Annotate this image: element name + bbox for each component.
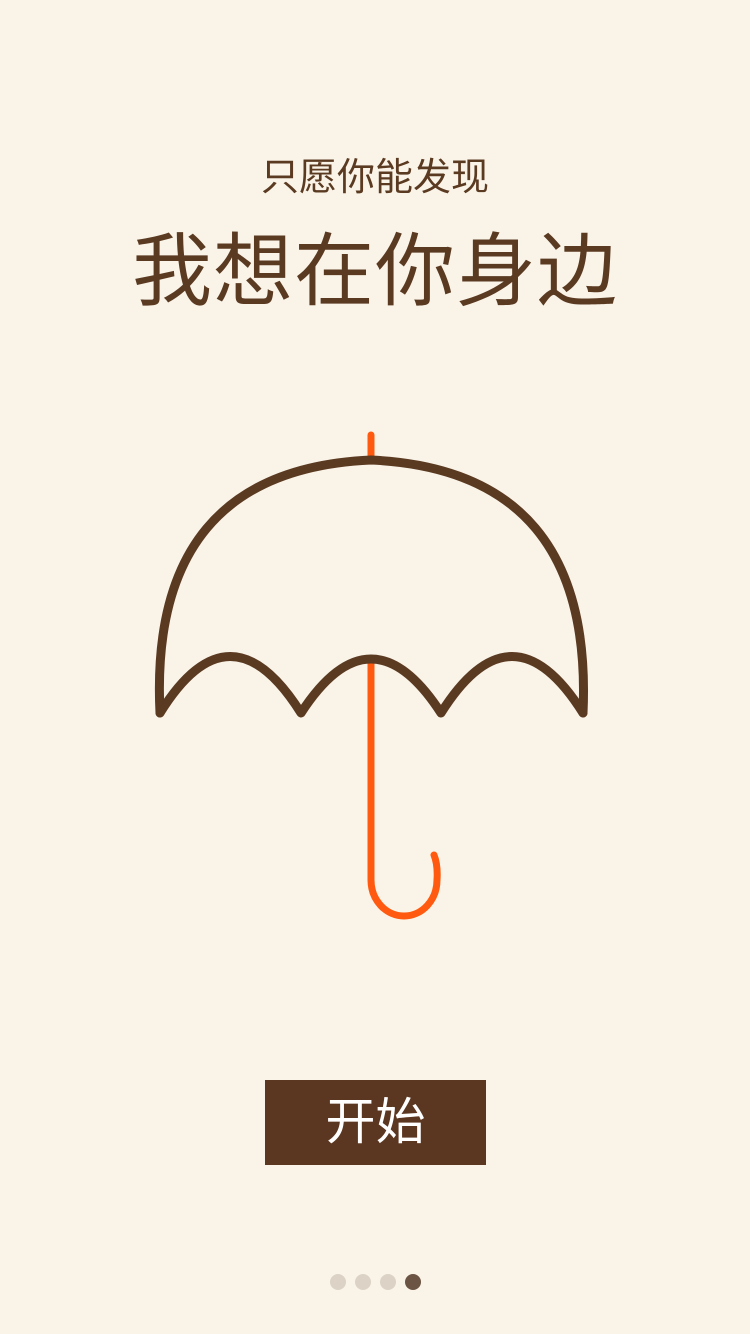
page-dot-4-active[interactable] [404,1274,421,1290]
start-button[interactable]: 开始 [265,1080,486,1165]
page-dot-2[interactable] [354,1274,371,1290]
onboarding-subtitle: 只愿你能发现 [260,155,489,199]
page-dot-1[interactable] [329,1274,346,1290]
onboarding-title: 我想在你身边 [132,225,618,318]
onboarding-screen: 只愿你能发现 我想在你身边 开始 [0,0,750,1334]
umbrella-icon [154,431,589,920]
page-dot-3[interactable] [379,1274,396,1290]
page-indicator [0,1274,750,1292]
